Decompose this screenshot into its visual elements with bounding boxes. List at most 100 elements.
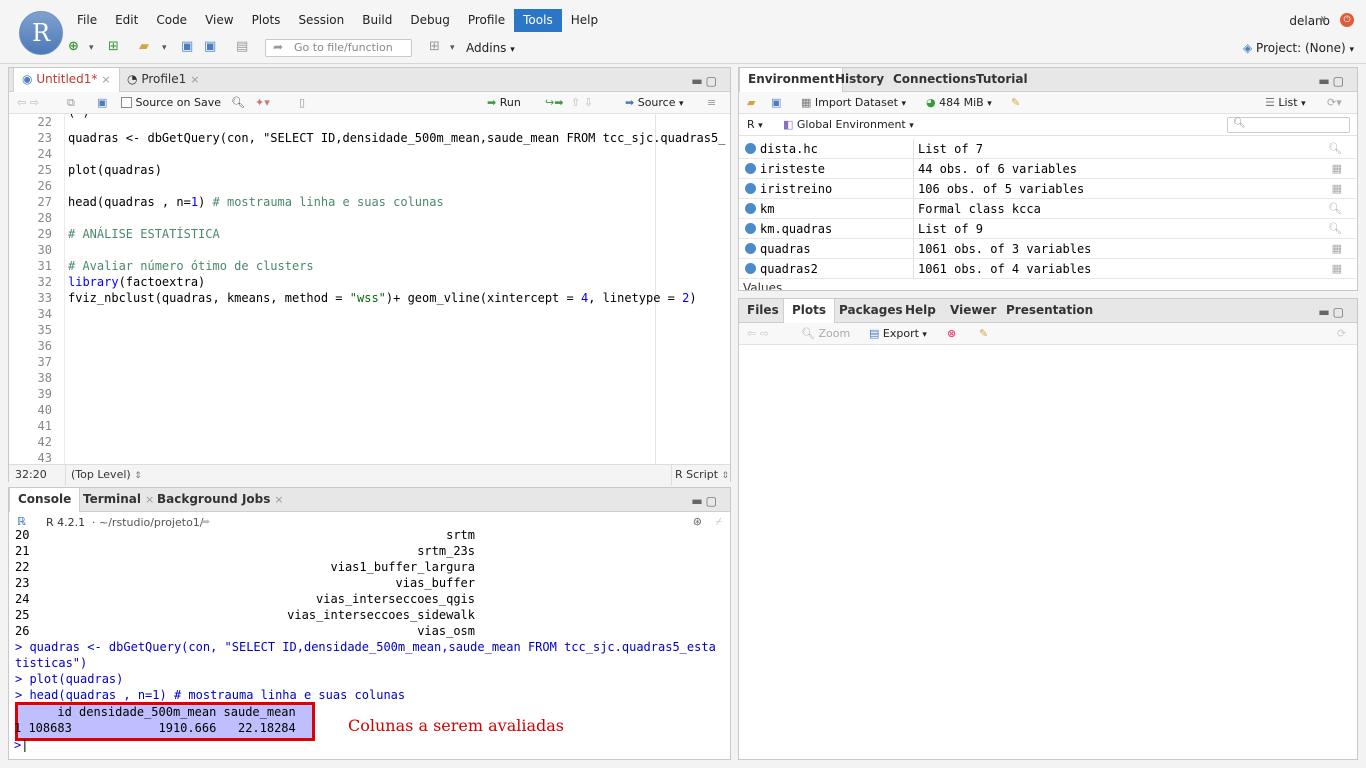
environment-selector[interactable]: ◧ Global Environment ▾: [783, 117, 914, 134]
expand-icon[interactable]: [745, 163, 756, 174]
menu-code[interactable]: Code: [147, 9, 196, 32]
search-icon[interactable]: 🔍︎: [231, 95, 245, 111]
menu-file[interactable]: File: [68, 9, 106, 32]
menu-plots[interactable]: Plots: [243, 9, 290, 32]
console-prompt[interactable]: >|: [14, 737, 44, 753]
grid-icon[interactable]: ▦: [1332, 159, 1342, 179]
back-icon[interactable]: ⇦ ⇨: [17, 95, 39, 111]
chevron-down-icon[interactable]: ▾: [162, 40, 167, 56]
env-row[interactable]: km.quadras List of 9 🔍︎: [739, 219, 1356, 239]
chevron-down-icon: ▾: [987, 99, 992, 109]
env-row[interactable]: iristeste 44 obs. of 6 variables ▦: [739, 159, 1356, 179]
open-folder-icon[interactable]: ▰: [139, 39, 149, 55]
expand-icon[interactable]: [745, 223, 756, 234]
sign-out-icon[interactable]: ⇥: [1315, 12, 1326, 28]
tab-history[interactable]: History: [827, 68, 892, 92]
tab-console[interactable]: Console: [9, 488, 81, 513]
list-view-menu[interactable]: ☰ List ▾: [1265, 95, 1306, 112]
search-icon[interactable]: 🔍︎: [1328, 139, 1342, 159]
expand-icon[interactable]: [745, 263, 756, 274]
expand-icon[interactable]: [745, 143, 756, 154]
scope-selector[interactable]: (Top Level) ⇕: [71, 468, 142, 481]
close-icon[interactable]: ×: [190, 73, 199, 86]
tab-tutorial[interactable]: Tutorial: [968, 68, 1036, 92]
expand-icon[interactable]: [745, 183, 756, 194]
menu-help[interactable]: Help: [562, 9, 607, 32]
expand-icon[interactable]: [745, 203, 756, 214]
print-icon[interactable]: ▤: [236, 39, 248, 55]
run-button[interactable]: ➡ Run: [487, 95, 521, 111]
outline-icon[interactable]: ▯: [299, 95, 305, 111]
env-row[interactable]: quadras 1061 obs. of 3 variables ▦: [739, 239, 1356, 259]
tab-presentation[interactable]: Presentation: [998, 299, 1101, 323]
save-icon[interactable]: ▣: [181, 39, 193, 55]
save-all-icon[interactable]: ▣: [204, 39, 216, 55]
broom-icon[interactable]: ✎: [979, 326, 988, 342]
menu-view[interactable]: View: [196, 9, 242, 32]
search-icon[interactable]: 🔍︎: [1328, 199, 1342, 219]
export-button[interactable]: ▤ Export ▾: [869, 326, 927, 343]
search-icon[interactable]: 🔍︎: [1328, 219, 1342, 239]
remove-plot-icon[interactable]: ⊗: [947, 326, 956, 342]
refresh-icon[interactable]: ⟳▾: [1327, 95, 1342, 111]
close-icon[interactable]: ×: [101, 73, 110, 86]
back-icon[interactable]: ⇦ ⇨: [747, 326, 769, 342]
menu-session[interactable]: Session: [289, 9, 353, 32]
load-workspace-icon[interactable]: ▰: [747, 95, 755, 111]
env-row[interactable]: iristreino 106 obs. of 5 variables ▦: [739, 179, 1356, 199]
window-controls[interactable]: ▬▢: [691, 494, 720, 508]
code-area[interactable]: ( ) 2223quadras <- dbGetQuery(con, "SELE…: [9, 114, 730, 464]
grid-icon[interactable]: ▦: [1332, 239, 1342, 259]
refresh-icon[interactable]: ⟳: [1337, 326, 1346, 342]
tab-plots[interactable]: Plots: [783, 299, 836, 324]
chevron-down-icon[interactable]: ▾: [450, 40, 455, 56]
source-on-save-checkbox[interactable]: Source on Save: [121, 95, 221, 111]
menu-edit[interactable]: Edit: [106, 9, 147, 32]
save-icon[interactable]: ▣: [771, 95, 781, 111]
tab-help[interactable]: Help: [897, 299, 944, 323]
tab-background-jobs[interactable]: Background Jobs ×: [149, 488, 292, 512]
new-file-icon[interactable]: ⊕: [68, 39, 79, 55]
env-row[interactable]: km Formal class kcca 🔍︎: [739, 199, 1356, 219]
menu-lines-icon[interactable]: ≡: [707, 95, 716, 111]
plots-pane: Files Plots Packages Help Viewer Present…: [738, 298, 1358, 760]
tab-files[interactable]: Files: [739, 299, 787, 323]
power-icon[interactable]: ⏻: [1340, 13, 1354, 27]
chevron-down-icon[interactable]: ▾: [89, 40, 94, 56]
grid-layout-icon[interactable]: ⊞: [429, 39, 440, 55]
project-menu[interactable]: ◈ Project: (None) ▾: [1243, 41, 1354, 55]
menu-build[interactable]: Build: [353, 9, 401, 32]
new-project-icon[interactable]: ⊞: [108, 39, 119, 55]
tab-viewer[interactable]: Viewer: [942, 299, 1004, 323]
rerun-icon[interactable]: ↪➡: [545, 95, 563, 111]
file-type-selector[interactable]: R Script ⇕: [675, 468, 729, 481]
magic-wand-icon[interactable]: ✦▾: [255, 95, 270, 111]
broom-icon[interactable]: ✎: [1011, 95, 1020, 111]
addins-menu[interactable]: Addins ▾: [466, 41, 515, 55]
tab-profile1[interactable]: ◔ Profile1 ×: [119, 68, 207, 92]
env-row[interactable]: quadras2 1061 obs. of 4 variables ▦: [739, 259, 1356, 279]
language-selector[interactable]: R ▾: [747, 117, 763, 134]
grid-icon[interactable]: ▦: [1332, 259, 1342, 279]
close-icon[interactable]: ×: [274, 493, 283, 506]
show-in-window-icon[interactable]: ⧉: [67, 95, 75, 111]
menu-tools[interactable]: Tools: [514, 9, 562, 32]
window-controls[interactable]: ▬▢: [691, 74, 720, 88]
expand-icon[interactable]: [745, 243, 756, 254]
window-controls[interactable]: ▬▢: [1318, 305, 1347, 319]
checkbox-icon[interactable]: [121, 97, 132, 108]
window-controls[interactable]: ▬▢: [1318, 74, 1347, 88]
env-search-input[interactable]: 🔍︎: [1227, 117, 1350, 133]
grid-icon[interactable]: ▦: [1332, 179, 1342, 199]
save-icon[interactable]: ▣: [97, 95, 107, 111]
up-icon[interactable]: ⇧ ⇩: [571, 95, 593, 111]
source-button[interactable]: ➡ Source ▾: [625, 95, 684, 112]
menu-debug[interactable]: Debug: [401, 9, 458, 32]
menu-profile[interactable]: Profile: [459, 9, 514, 32]
import-dataset-button[interactable]: ▦ Import Dataset ▾: [801, 95, 906, 112]
zoom-button[interactable]: 🔍︎ Zoom: [801, 326, 850, 342]
memory-usage[interactable]: ◕ 484 MiB ▾: [926, 95, 992, 112]
goto-file-input[interactable]: Go to file/function: [265, 39, 412, 57]
tab-untitled1[interactable]: ◉ Untitled1* ×: [13, 68, 120, 93]
env-row[interactable]: dista.hc List of 7 🔍︎: [739, 139, 1356, 159]
